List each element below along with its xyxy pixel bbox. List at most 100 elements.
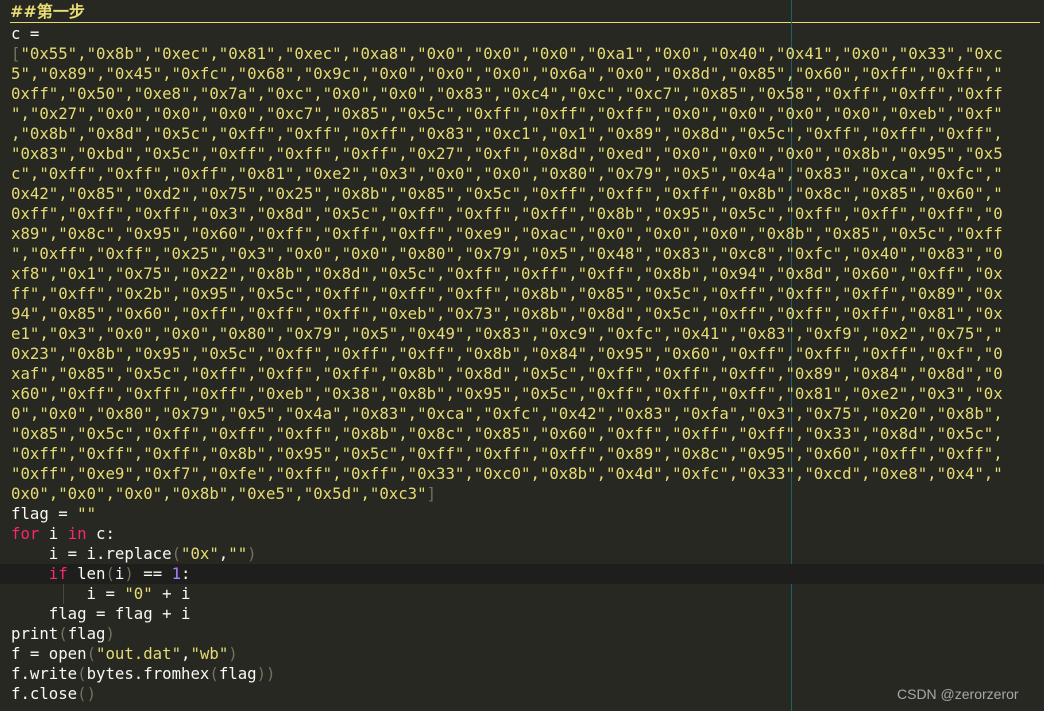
code-line[interactable]: x60","0xff","0xff","0xff","0xeb","0x38",… xyxy=(11,384,1041,404)
code-line[interactable]: 94","0x85","0x60","0xff","0xff","0xff","… xyxy=(11,304,1041,324)
string-literal: 0xff","0xff","0xff","0x3","0x8d","0x5c",… xyxy=(11,204,1003,223)
heading-underline xyxy=(10,22,1040,23)
code-line[interactable]: ","0x27","0x0","0x0","0x0","0xc7","0x85"… xyxy=(11,104,1041,124)
code-line[interactable]: f.write(bytes.fromhex(flag)) xyxy=(11,664,1041,684)
paren: ( xyxy=(58,624,68,643)
paren: ) xyxy=(105,624,115,643)
code-line[interactable]: ["0x55","0x8b","0xec","0x81","0xec","0xa… xyxy=(11,44,1041,64)
code-line[interactable]: 0x42","0x85","0xd2","0x75","0x25","0x8b"… xyxy=(11,184,1041,204)
paren: () xyxy=(77,684,97,703)
code-text: flag xyxy=(67,624,106,643)
string-literal: "0x85","0x5c","0xff","0xff","0xff","0x8b… xyxy=(11,424,1003,443)
code-line[interactable]: flag = flag + i xyxy=(11,604,1041,624)
code-line[interactable]: e1","0x3","0x0","0x0","0x80","0x79","0x5… xyxy=(11,324,1041,344)
string-literal: x89","0x8c","0x95","0x60","0xff","0xff",… xyxy=(11,224,1003,243)
paren: ( xyxy=(171,544,182,563)
code-text: flag xyxy=(218,664,257,683)
string-literal: e1","0x3","0x0","0x0","0x80","0x79","0x5… xyxy=(11,324,1003,343)
code-line[interactable]: flag = "" xyxy=(11,504,1041,524)
code-line[interactable]: f.close() xyxy=(11,684,1041,704)
string-literal: 0x42","0x85","0xd2","0x75","0x25","0x8b"… xyxy=(11,184,1003,203)
code-text: f.close xyxy=(11,684,78,703)
code-line[interactable]: 0x23","0x8b","0x95","0x5c","0xff","0xff"… xyxy=(11,344,1041,364)
string-literal: 0xff","0x50","0xe8","0x7a","0xc","0x0","… xyxy=(11,84,1003,103)
code-line[interactable]: xaf","0x85","0x5c","0xff","0xff","0xff",… xyxy=(11,364,1041,384)
paren: ( xyxy=(105,564,115,583)
paren: ) xyxy=(266,664,276,683)
code-line[interactable]: 5","0x89","0x45","0xfc","0x68","0x9c","0… xyxy=(11,64,1041,84)
string-literal: "0x55","0x8b","0xec","0x81","0xec","0xa8… xyxy=(20,44,1003,63)
code-line-current[interactable]: if len(i) == 1: xyxy=(0,564,1044,584)
paren: ) xyxy=(228,644,238,663)
code-line[interactable]: f = open("out.dat","wb") xyxy=(11,644,1041,664)
string-literal: 0x0","0x0","0x0","0x8b","0xe5","0x5d","0… xyxy=(11,484,427,503)
string-literal: "out.dat" xyxy=(96,644,182,663)
code-text: i xyxy=(114,564,125,583)
code-line[interactable]: c","0xff","0xff","0xff","0x81","0xe2","0… xyxy=(11,164,1041,184)
section-heading: ##第一步 xyxy=(10,2,85,21)
code-line[interactable]: ","0xff","0xff","0x25","0x3","0x0","0x0"… xyxy=(11,244,1041,264)
string-literal: 0x23","0x8b","0x95","0x5c","0xff","0xff"… xyxy=(11,344,1003,363)
csdn-watermark: CSDN @zerorzeror xyxy=(897,686,1019,702)
string-literal: "wb" xyxy=(190,644,229,663)
code-line[interactable]: "0x83","0xbd","0x5c","0xff","0xff","0xff… xyxy=(11,144,1041,164)
code-line[interactable]: x89","0x8c","0x95","0x60","0xff","0xff",… xyxy=(11,224,1041,244)
code-line[interactable]: "0xff","0xe9","0xf7","0xfe","0xff","0xff… xyxy=(11,464,1041,484)
keyword: for xyxy=(11,524,40,543)
code-line[interactable]: "0x85","0x5c","0xff","0xff","0xff","0x8b… xyxy=(11,424,1041,444)
code-line[interactable]: 0xff","0x50","0xe8","0x7a","0xc","0x0","… xyxy=(11,84,1041,104)
keyword: in xyxy=(67,524,87,543)
paren: ( xyxy=(209,664,219,683)
code-text: + i xyxy=(152,584,191,603)
code-line[interactable]: c = xyxy=(11,24,1041,44)
code-text: i = i.replace xyxy=(11,544,172,563)
code-line[interactable]: 0","0x0","0x80","0x79","0x5","0x4a","0x8… xyxy=(11,404,1041,424)
code-text: len xyxy=(67,564,106,583)
paren: ) xyxy=(124,564,134,583)
code-text: : xyxy=(181,564,191,583)
string-literal: "" xyxy=(228,544,248,563)
code-line[interactable]: print(flag) xyxy=(11,624,1041,644)
string-literal: 94","0x85","0x60","0xff","0xff","0xff","… xyxy=(11,304,1003,323)
paren: ) xyxy=(256,664,267,683)
code-text: c: xyxy=(86,524,115,543)
code-line[interactable]: 0x0","0x0","0x0","0x8b","0xe5","0x5d","0… xyxy=(11,484,1041,504)
paren: ( xyxy=(86,644,97,663)
string-literal: ","0xff","0xff","0x25","0x3","0x0","0x0"… xyxy=(11,244,1003,263)
paren: ( xyxy=(77,664,87,683)
string-literal: x60","0xff","0xff","0xff","0xeb","0x38",… xyxy=(11,384,1003,403)
string-literal: xf8","0x1","0x75","0x22","0x8b","0x8d","… xyxy=(11,264,1003,283)
code-text: i = xyxy=(11,584,125,603)
string-literal: "0x83","0xbd","0x5c","0xff","0xff","0xff… xyxy=(11,144,1003,163)
code-line[interactable]: for i in c: xyxy=(11,524,1041,544)
code-text: print xyxy=(11,624,59,643)
bracket-close: ] xyxy=(426,484,437,503)
string-literal: 0","0x0","0x80","0x79","0x5","0x4a","0x8… xyxy=(11,404,1003,423)
string-literal: "0x" xyxy=(181,544,219,563)
code-line[interactable]: "0xff","0xff","0xff","0x8b","0x95","0x5c… xyxy=(11,444,1041,464)
code-line[interactable]: i = "0" + i xyxy=(11,584,1041,604)
string-literal: 5","0x89","0x45","0xfc","0x68","0x9c","0… xyxy=(11,64,1003,83)
code-text: c = xyxy=(11,24,40,43)
keyword: if xyxy=(48,564,68,583)
code-line[interactable]: i = i.replace("0x","") xyxy=(11,544,1041,564)
string-literal: "0" xyxy=(124,584,153,603)
string-literal: ,"0x8b","0x8d","0x5c","0xff","0xff","0xf… xyxy=(11,124,1003,143)
code-text: , xyxy=(218,544,229,563)
string-literal: xaf","0x85","0x5c","0xff","0xff","0xff",… xyxy=(11,364,1003,383)
code-line[interactable]: 0xff","0xff","0xff","0x3","0x8d","0x5c",… xyxy=(11,204,1041,224)
number-literal: 1 xyxy=(171,564,182,583)
code-line[interactable]: ff","0xff","0x2b","0x95","0x5c","0xff","… xyxy=(11,284,1041,304)
string-literal: ","0x27","0x0","0x0","0x0","0xc7","0x85"… xyxy=(11,104,1003,123)
string-literal: c","0xff","0xff","0xff","0x81","0xe2","0… xyxy=(11,164,1003,183)
code-text: i xyxy=(39,524,68,543)
string-literal: "" xyxy=(77,504,97,523)
string-literal: "0xff","0xff","0xff","0x8b","0x95","0x5c… xyxy=(11,444,1003,463)
code-area[interactable]: c = ["0x55","0x8b","0xec","0x81","0xec",… xyxy=(0,24,1044,704)
code-line[interactable]: ,"0x8b","0x8d","0x5c","0xff","0xff","0xf… xyxy=(11,124,1041,144)
code-editor[interactable]: ##第一步 c = ["0x55","0x8b","0xec","0x81","… xyxy=(0,0,1044,711)
code-text: flag = flag + i xyxy=(11,604,191,623)
code-line[interactable]: xf8","0x1","0x75","0x22","0x8b","0x8d","… xyxy=(11,264,1041,284)
paren: ) xyxy=(247,544,257,563)
